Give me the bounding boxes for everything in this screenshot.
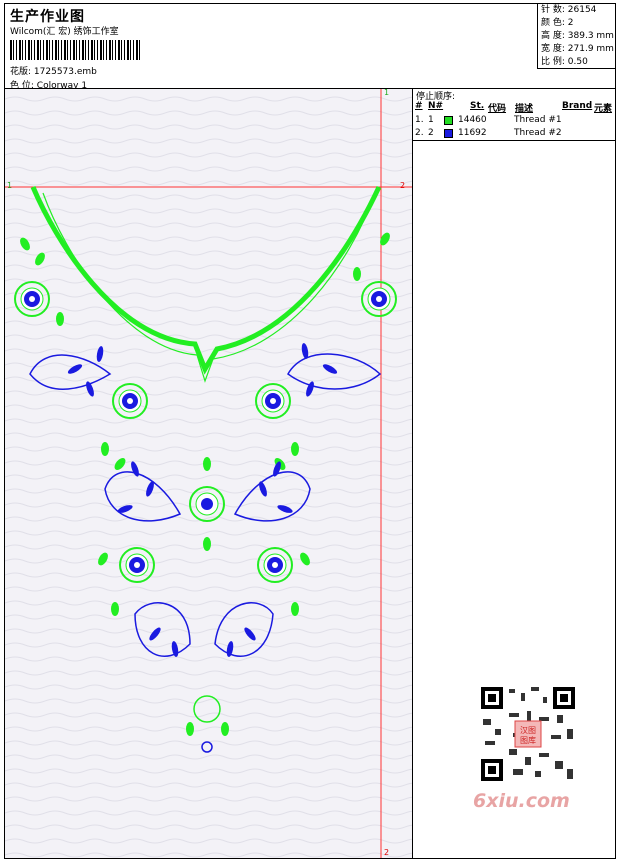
- embroidery-canvas[interactable]: [5, 89, 413, 858]
- page-title: 生产作业图: [10, 9, 85, 25]
- legend-header-element: 元素: [594, 104, 613, 114]
- legend-header-st: St.: [470, 101, 485, 111]
- legend-header-index: #: [415, 101, 423, 111]
- stat-scale: 比 例: 0.50: [541, 57, 588, 67]
- svg-text:图库: 图库: [520, 735, 536, 745]
- legend-header-n: N#: [428, 101, 444, 111]
- legend-header-brand: Brand: [562, 101, 593, 111]
- header: 生产作业图 Wilcom(汇 宏) 绣饰工作室 花版: 1725573.emb …: [4, 3, 616, 91]
- studio-name: Wilcom(汇 宏) 绣饰工作室: [10, 27, 119, 37]
- stat-height: 高 度: 389.3 mm: [541, 31, 614, 41]
- stat-stitches: 针 数: 26154: [541, 5, 597, 15]
- legend-row[interactable]: 2. 2 11692 Thread #2: [413, 128, 616, 141]
- legend-header-desc: 描述: [515, 104, 534, 114]
- embroidery-design: [5, 89, 412, 858]
- barcode: [10, 40, 142, 60]
- guide-marker-bottom: 2: [384, 848, 390, 857]
- legend-row[interactable]: 1. 1 14460 Thread #1: [413, 115, 616, 128]
- guide-marker-left: 1: [7, 181, 13, 190]
- stat-colors: 颜 色: 2: [541, 18, 574, 28]
- design-file: 1725573.emb: [33, 67, 97, 77]
- thread-color-swatch: [444, 116, 453, 125]
- svg-text:汉图: 汉图: [520, 726, 536, 735]
- thread-legend: 停止顺序: # N# St. 代码 描述 Brand 元素 1. 1 14460…: [413, 89, 616, 141]
- stat-width: 宽 度: 271.9 mm: [541, 44, 614, 54]
- legend-header-code: 代码: [488, 104, 507, 114]
- stats-box: 针 数: 26154 颜 色: 2 高 度: 389.3 mm 宽 度: 271…: [537, 3, 616, 69]
- guide-marker-top: 1: [384, 88, 390, 97]
- design-label: 花版:: [10, 67, 32, 77]
- guide-marker-right: 2: [400, 181, 406, 190]
- design-line: 花版: 1725573.emb: [10, 64, 97, 77]
- watermark: 6xiu.com: [473, 790, 570, 812]
- qr-code: 汉图 图库: [473, 683, 581, 785]
- thread-color-swatch: [444, 129, 453, 138]
